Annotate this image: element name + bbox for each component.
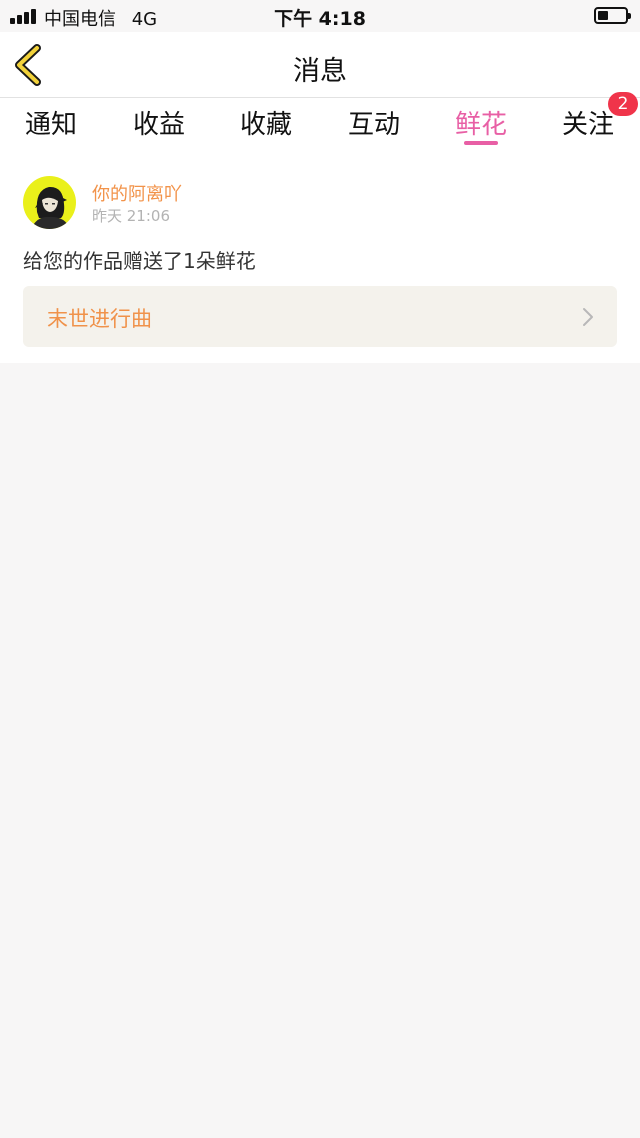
tab-interactions[interactable]: 互动 <box>348 104 400 141</box>
tab-bar: 通知 收益 收藏 互动 鲜花 关注 <box>0 98 640 150</box>
sender-name[interactable]: 你的阿离吖 <box>92 180 182 206</box>
page-title: 消息 <box>293 56 347 87</box>
active-tab-indicator <box>464 141 498 145</box>
work-title: 末世进行曲 <box>47 307 152 331</box>
message-card: 你的阿离吖 昨天 21:06 给您的作品赠送了1朵鲜花 末世进行曲 <box>0 150 640 363</box>
status-bar: 中国电信 4G 下午 4:18 <box>0 0 640 32</box>
tab-following[interactable]: 关注 <box>562 104 614 141</box>
work-link[interactable]: 末世进行曲 <box>23 286 617 347</box>
chevron-right-icon <box>583 308 593 326</box>
unread-badge: 2 <box>608 92 638 116</box>
tab-earnings[interactable]: 收益 <box>133 104 185 141</box>
message-timestamp: 昨天 21:06 <box>92 207 170 225</box>
nav-bar: 消息 <box>0 32 640 98</box>
message-text: 给您的作品赠送了1朵鲜花 <box>23 249 256 273</box>
tab-notifications[interactable]: 通知 <box>25 104 77 141</box>
tab-flowers[interactable]: 鲜花 <box>455 104 507 141</box>
avatar-image <box>31 186 70 229</box>
avatar[interactable] <box>23 176 76 229</box>
tab-favorites[interactable]: 收藏 <box>240 104 292 141</box>
battery-icon <box>594 7 631 24</box>
status-time: 下午 4:18 <box>274 8 366 30</box>
